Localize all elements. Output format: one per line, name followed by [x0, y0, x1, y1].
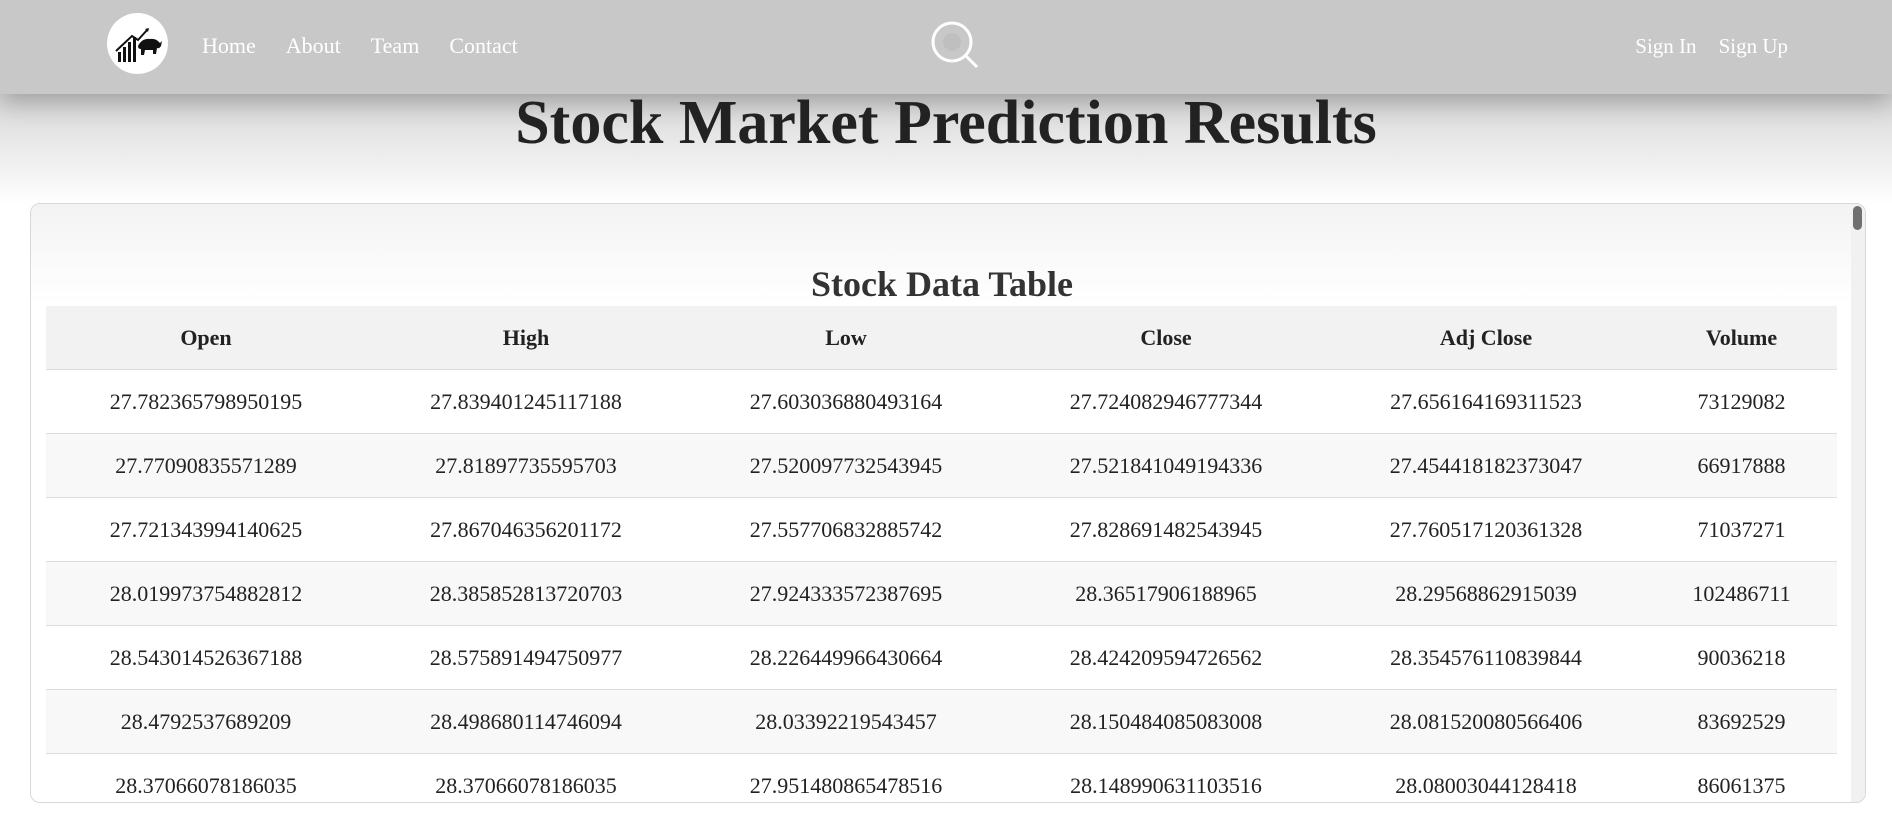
bull-bear-chart-icon: [114, 27, 162, 62]
sign-in-link[interactable]: Sign In: [1635, 31, 1696, 61]
cell-low: 28.03392219543457: [686, 689, 1006, 754]
cell-volume: 66917888: [1646, 433, 1837, 498]
column-header-high: High: [366, 306, 686, 370]
table-row: 27.721343994140625 27.867046356201172 27…: [46, 497, 1837, 562]
sign-up-link[interactable]: Sign Up: [1719, 31, 1788, 61]
cell-adj-close: 28.08003044128418: [1326, 753, 1646, 802]
cell-high: 28.385852813720703: [366, 561, 686, 626]
table-panel[interactable]: Stock Data Table Open High Low Close Adj…: [30, 203, 1866, 803]
cell-close: 28.150484085083008: [1006, 689, 1326, 754]
nav-link-contact[interactable]: Contact: [449, 31, 517, 61]
table-header-row: Open High Low Close Adj Close Volume: [46, 306, 1837, 370]
cell-close: 27.828691482543945: [1006, 497, 1326, 562]
cell-open: 27.721343994140625: [46, 497, 366, 562]
cell-open: 28.543014526367188: [46, 625, 366, 690]
panel-scrollbar[interactable]: [1851, 204, 1865, 802]
column-header-close: Close: [1006, 306, 1326, 370]
cell-adj-close: 27.454418182373047: [1326, 433, 1646, 498]
navbar: Home About Team Contact Sign In Sign Up: [0, 0, 1892, 94]
cell-volume: 90036218: [1646, 625, 1837, 690]
cell-low: 28.226449966430664: [686, 625, 1006, 690]
cell-low: 27.557706832885742: [686, 497, 1006, 562]
table-row: 28.37066078186035 28.37066078186035 27.9…: [46, 753, 1837, 802]
cell-volume: 83692529: [1646, 689, 1837, 754]
table-row: 28.019973754882812 28.385852813720703 27…: [46, 561, 1837, 626]
auth-links: Sign In Sign Up: [1613, 31, 1788, 61]
cell-high: 27.81897735595703: [366, 433, 686, 498]
cell-high: 28.37066078186035: [366, 753, 686, 802]
nav-link-team[interactable]: Team: [371, 31, 420, 61]
cell-adj-close: 27.760517120361328: [1326, 497, 1646, 562]
cell-close: 28.148990631103516: [1006, 753, 1326, 802]
cell-adj-close: 27.656164169311523: [1326, 369, 1646, 434]
page-title: Stock Market Prediction Results: [515, 89, 1377, 157]
column-header-volume: Volume: [1646, 306, 1837, 370]
search-icon[interactable]: [930, 20, 990, 80]
cell-adj-close: 28.081520080566406: [1326, 689, 1646, 754]
nav-link-home[interactable]: Home: [202, 31, 256, 61]
cell-low: 27.603036880493164: [686, 369, 1006, 434]
cell-adj-close: 28.354576110839844: [1326, 625, 1646, 690]
column-header-low: Low: [686, 306, 1006, 370]
scrollbar-thumb[interactable]: [1853, 206, 1862, 230]
stock-data-table: Open High Low Close Adj Close Volume 27.…: [46, 306, 1837, 802]
cell-high: 27.839401245117188: [366, 369, 686, 434]
cell-close: 27.521841049194336: [1006, 433, 1326, 498]
cell-volume: 86061375: [1646, 753, 1837, 802]
cell-volume: 73129082: [1646, 369, 1837, 434]
cell-low: 27.951480865478516: [686, 753, 1006, 802]
cell-open: 28.4792537689209: [46, 689, 366, 754]
cell-high: 28.575891494750977: [366, 625, 686, 690]
cell-high: 28.498680114746094: [366, 689, 686, 754]
column-header-open: Open: [46, 306, 366, 370]
table-title: Stock Data Table: [810, 264, 1074, 304]
table-row: 28.4792537689209 28.498680114746094 28.0…: [46, 689, 1837, 754]
cell-high: 27.867046356201172: [366, 497, 686, 562]
cell-open: 27.782365798950195: [46, 369, 366, 434]
nav-links: Home About Team Contact: [202, 31, 548, 61]
cell-volume: 71037271: [1646, 497, 1837, 562]
table-row: 27.77090835571289 27.81897735595703 27.5…: [46, 433, 1837, 498]
nav-link-about[interactable]: About: [286, 31, 341, 61]
cell-volume: 102486711: [1646, 561, 1837, 626]
logo[interactable]: [107, 13, 168, 74]
cell-close: 28.424209594726562: [1006, 625, 1326, 690]
cell-low: 27.520097732543945: [686, 433, 1006, 498]
table-row: 27.782365798950195 27.839401245117188 27…: [46, 369, 1837, 434]
cell-open: 28.37066078186035: [46, 753, 366, 802]
column-header-adj-close: Adj Close: [1326, 306, 1646, 370]
cell-close: 27.724082946777344: [1006, 369, 1326, 434]
cell-low: 27.924333572387695: [686, 561, 1006, 626]
table-row: 28.543014526367188 28.575891494750977 28…: [46, 625, 1837, 690]
cell-close: 28.36517906188965: [1006, 561, 1326, 626]
cell-open: 27.77090835571289: [46, 433, 366, 498]
cell-open: 28.019973754882812: [46, 561, 366, 626]
cell-adj-close: 28.29568862915039: [1326, 561, 1646, 626]
